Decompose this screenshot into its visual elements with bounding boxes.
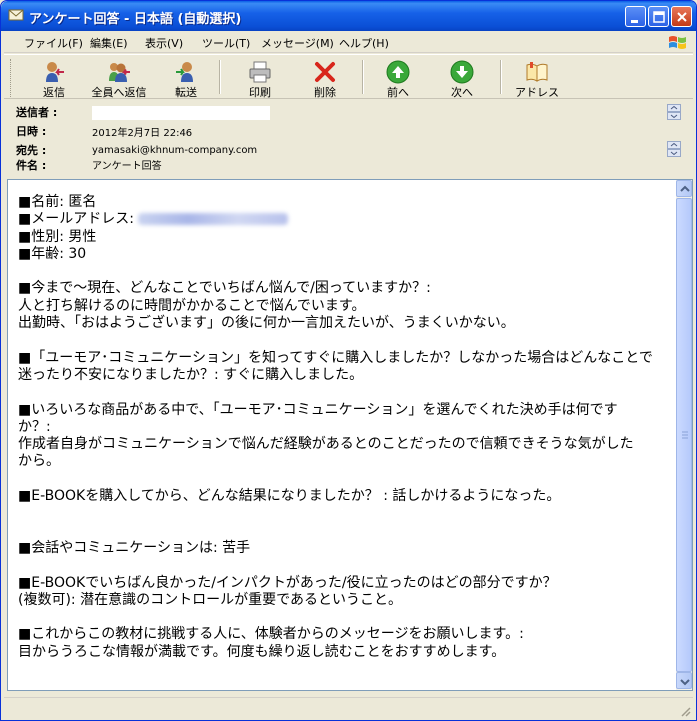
reply-button[interactable]: 返信 [32,58,76,99]
red-x-icon [315,62,335,82]
date-value: 2012年2月7日 22:46 [92,128,193,139]
to-value: yamasaki@khnum-company.com [92,145,258,156]
print-button[interactable]: 印刷 [238,58,282,99]
title-bar[interactable]: アンケート回答 - 日本語 (自動選択) [1,1,696,31]
toolbar: 返信 全員へ返信 転送 印刷 削除 前へ 次へ アドレス [4,54,693,99]
menu-tools[interactable]: ツール(T) [202,35,250,51]
grip-icon [682,431,688,439]
subject-label: 件名 : [16,159,47,172]
from-scroll-icon[interactable] [667,104,681,120]
address-book-icon [526,62,548,82]
sender-value-redacted [92,106,270,120]
green-up-arrow-icon [386,60,410,84]
scroll-thumb[interactable] [676,198,692,672]
address-book-button[interactable]: アドレス [512,58,562,99]
close-button[interactable] [671,6,692,27]
from-label: 送信者 : [16,106,58,119]
delete-button[interactable]: 削除 [303,58,347,99]
reply-all-button[interactable]: 全員へ返信 [86,58,152,99]
chevron-down-icon [680,679,690,686]
reply-icon [46,62,64,82]
menu-edit[interactable]: 編集(E) [90,35,128,51]
mail-icon [8,9,24,21]
vertical-scrollbar[interactable] [676,180,692,690]
menu-help[interactable]: ヘルプ(H) [339,35,389,51]
previous-button[interactable]: 前へ [376,58,420,99]
to-label: 宛先 : [16,144,47,157]
reply-all-icon [109,63,130,82]
next-button[interactable]: 次へ [440,58,484,99]
message-body[interactable]: ■名前: 匿名 ■メールアドレス: ■性別: 男性 ■年齢: 30 ■今まで～現… [7,179,693,691]
green-down-arrow-icon [450,60,474,84]
printer-icon [249,61,271,83]
email-value-redacted [138,213,289,226]
forward-button[interactable]: 転送 [164,58,208,99]
chevron-up-icon [680,185,690,192]
window-title: アンケート回答 - 日本語 (自動選択) [29,12,242,27]
resize-grip-icon[interactable] [679,705,691,717]
status-bar [4,697,693,719]
message-header: 送信者 : 日時 : 2012年2月7日 22:46 宛先 : yamasaki… [4,99,693,175]
message-window: アンケート回答 - 日本語 (自動選択) ファイル(F) 編集(E) 表示(V)… [0,0,697,721]
subject-value: アンケート回答 [92,161,162,172]
minimize-button[interactable] [625,6,646,27]
menu-file[interactable]: ファイル(F) [24,35,83,51]
maximize-button[interactable] [648,6,669,27]
menu-view[interactable]: 表示(V) [145,35,183,51]
message-text: ■名前: 匿名 ■メールアドレス: ■性別: 男性 ■年齢: 30 ■今まで～現… [18,194,653,660]
to-scroll-icon[interactable] [667,141,681,157]
date-label: 日時 : [16,125,47,138]
scroll-down-button[interactable] [676,672,692,689]
scroll-up-button[interactable] [676,180,692,197]
forward-icon [176,62,193,82]
toolbar-grip[interactable] [10,59,13,97]
menu-bar: ファイル(F) 編集(E) 表示(V) ツール(T) メッセージ(M) ヘルプ(… [4,31,693,53]
windows-logo-icon [669,36,686,49]
menu-message[interactable]: メッセージ(M) [261,35,334,51]
